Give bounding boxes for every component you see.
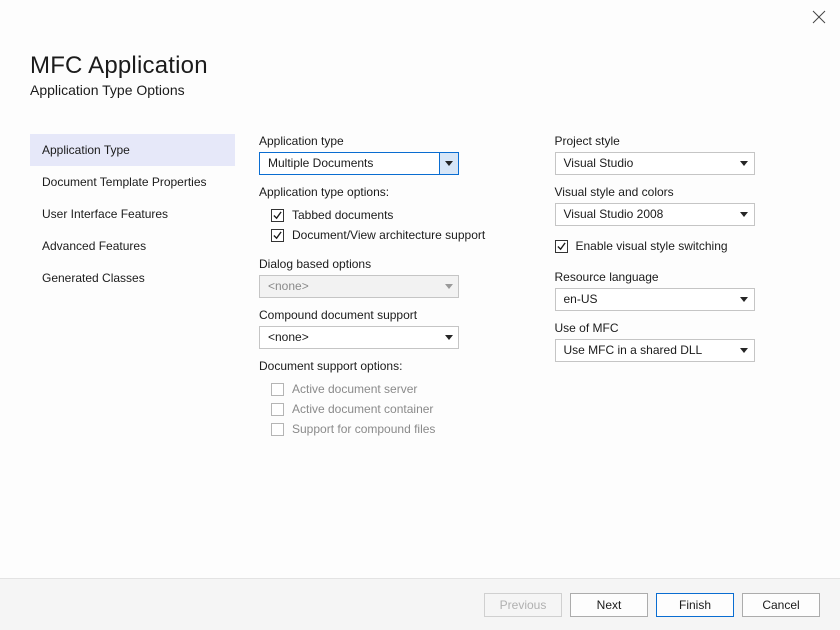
doc-view-arch-label: Document/View architecture support — [292, 228, 485, 242]
chevron-down-icon — [439, 327, 458, 348]
wizard-subtitle: Application Type Options — [30, 82, 840, 98]
doc-view-arch-checkbox[interactable]: Document/View architecture support — [259, 225, 515, 245]
dialog-based-options-select: <none> — [259, 275, 459, 298]
sidebar-item-application-type[interactable]: Application Type — [30, 134, 235, 166]
resource-language-select[interactable]: en-US — [555, 288, 755, 311]
use-of-mfc-select[interactable]: Use MFC in a shared DLL — [555, 339, 755, 362]
active-document-container-checkbox: Active document container — [259, 399, 515, 419]
compound-document-support-value: <none> — [268, 330, 309, 344]
checkbox-icon — [271, 383, 284, 396]
checkbox-icon — [271, 403, 284, 416]
application-type-options-label: Application type options: — [259, 185, 515, 199]
finish-button-label: Finish — [679, 598, 711, 612]
project-style-select[interactable]: Visual Studio — [555, 152, 755, 175]
cancel-button[interactable]: Cancel — [742, 593, 820, 617]
visual-style-label: Visual style and colors — [555, 185, 811, 199]
cancel-button-label: Cancel — [762, 598, 799, 612]
support-compound-files-label: Support for compound files — [292, 422, 435, 436]
project-style-label: Project style — [555, 134, 811, 148]
chevron-down-icon — [735, 153, 754, 174]
chevron-down-icon — [439, 276, 458, 297]
compound-document-support-select[interactable]: <none> — [259, 326, 459, 349]
use-of-mfc-value: Use MFC in a shared DLL — [564, 343, 703, 357]
next-button-label: Next — [597, 598, 622, 612]
sidebar-item-generated-classes[interactable]: Generated Classes — [30, 262, 235, 294]
close-icon[interactable] — [812, 10, 826, 24]
wizard-footer: Previous Next Finish Cancel — [0, 578, 840, 630]
support-compound-files-checkbox: Support for compound files — [259, 419, 515, 439]
visual-style-value: Visual Studio 2008 — [564, 207, 664, 221]
enable-visual-style-switching-checkbox[interactable]: Enable visual style switching — [555, 236, 811, 256]
visual-style-select[interactable]: Visual Studio 2008 — [555, 203, 755, 226]
checkbox-icon — [271, 209, 284, 222]
dialog-based-options-label: Dialog based options — [259, 257, 515, 271]
project-style-value: Visual Studio — [564, 156, 634, 170]
previous-button-label: Previous — [500, 598, 547, 612]
application-type-select[interactable]: Multiple Documents — [259, 152, 459, 175]
application-type-label: Application type — [259, 134, 515, 148]
chevron-down-icon — [735, 204, 754, 225]
column-left: Application type Multiple Documents Appl… — [259, 134, 515, 451]
sidebar-item-label: Application Type — [42, 143, 130, 157]
tabbed-documents-label: Tabbed documents — [292, 208, 393, 222]
finish-button[interactable]: Finish — [656, 593, 734, 617]
resource-language-value: en-US — [564, 292, 598, 306]
active-document-server-label: Active document server — [292, 382, 417, 396]
wizard-title: MFC Application — [30, 52, 840, 80]
previous-button: Previous — [484, 593, 562, 617]
sidebar-item-label: Generated Classes — [42, 271, 145, 285]
chevron-down-icon — [735, 340, 754, 361]
active-document-server-checkbox: Active document server — [259, 379, 515, 399]
checkbox-icon — [271, 423, 284, 436]
next-button[interactable]: Next — [570, 593, 648, 617]
sidebar-item-label: Document Template Properties — [42, 175, 207, 189]
checkbox-icon — [555, 240, 568, 253]
document-support-options-label: Document support options: — [259, 359, 515, 373]
resource-language-label: Resource language — [555, 270, 811, 284]
sidebar-item-user-interface-features[interactable]: User Interface Features — [30, 198, 235, 230]
checkbox-icon — [271, 229, 284, 242]
sidebar-item-label: Advanced Features — [42, 239, 146, 253]
use-of-mfc-label: Use of MFC — [555, 321, 811, 335]
enable-visual-style-switching-label: Enable visual style switching — [576, 239, 728, 253]
wizard-header: MFC Application Application Type Options — [0, 0, 840, 98]
wizard-sidebar: Application Type Document Template Prope… — [30, 134, 235, 451]
dialog-based-options-value: <none> — [268, 279, 309, 293]
column-right: Project style Visual Studio Visual style… — [555, 134, 811, 451]
tabbed-documents-checkbox[interactable]: Tabbed documents — [259, 205, 515, 225]
compound-document-support-label: Compound document support — [259, 308, 515, 322]
sidebar-item-label: User Interface Features — [42, 207, 168, 221]
application-type-value: Multiple Documents — [268, 156, 373, 170]
chevron-down-icon — [439, 153, 458, 174]
sidebar-item-document-template-properties[interactable]: Document Template Properties — [30, 166, 235, 198]
sidebar-item-advanced-features[interactable]: Advanced Features — [30, 230, 235, 262]
active-document-container-label: Active document container — [292, 402, 433, 416]
chevron-down-icon — [735, 289, 754, 310]
